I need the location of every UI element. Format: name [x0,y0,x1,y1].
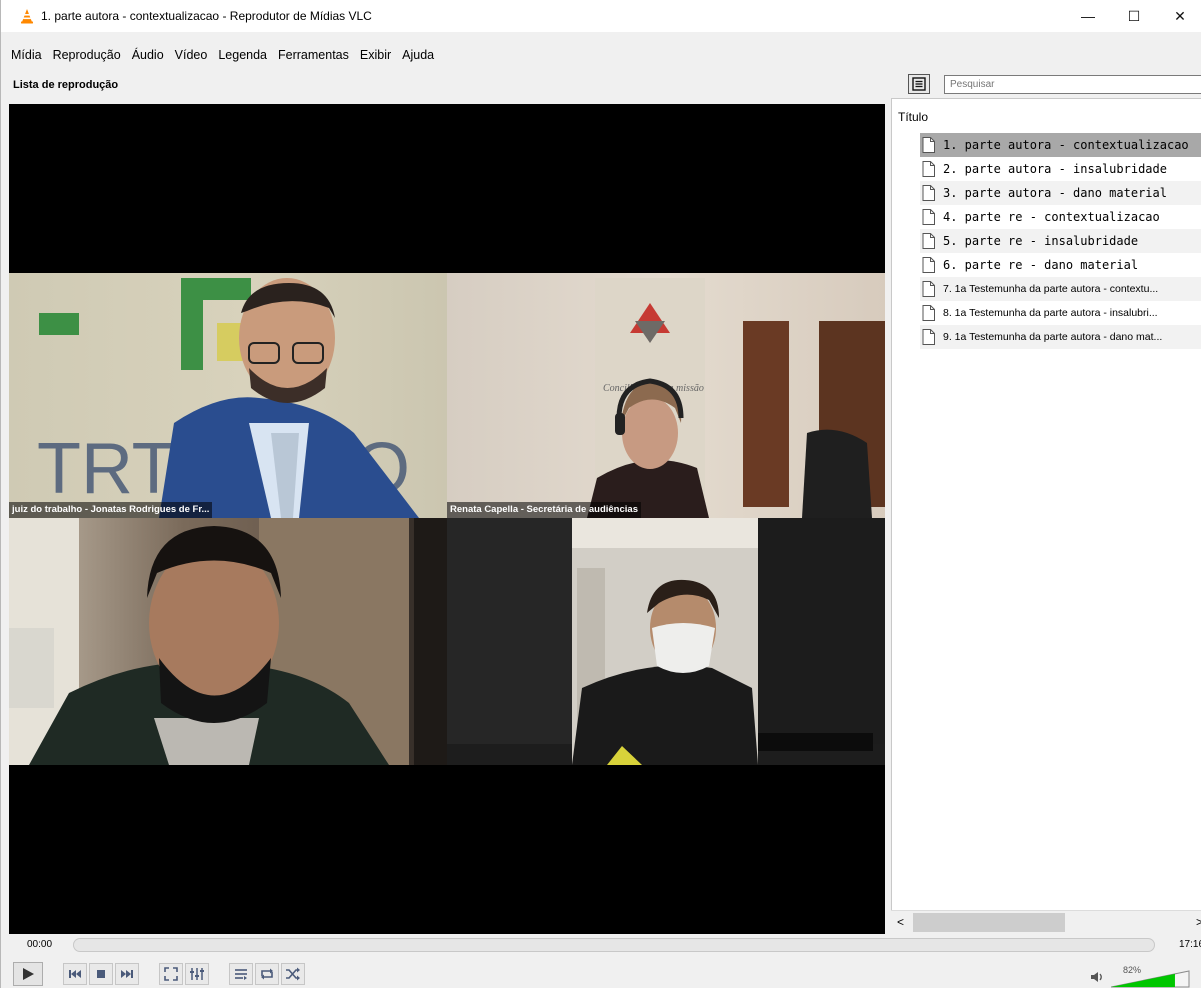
file-icon [922,209,935,225]
playlist-item-label: 9. 1a Testemunha da parte autora - dano … [943,331,1163,343]
maximize-button[interactable]: ☐ [1111,0,1157,32]
menu-midia[interactable]: Mídia [11,48,42,62]
scroll-right-arrow[interactable]: > [1196,915,1201,929]
menu-audio[interactable]: Áudio [132,48,164,62]
play-icon [23,968,34,980]
list-view-icon [912,77,926,91]
playlist-label: Lista de reprodução [13,79,119,91]
participant-tile-judge: TRT- O juiz do trabalho - Jonatas Rodrig… [9,273,447,518]
previous-icon [69,970,81,978]
playlist-item[interactable]: 3. parte autora - dano material [920,181,1201,205]
menu-exibir[interactable]: Exibir [360,48,391,62]
file-icon [922,305,935,321]
next-icon [121,970,133,978]
stop-icon [97,970,105,978]
participant-tile-4 [447,518,885,765]
loop-button[interactable] [255,963,279,985]
seek-slider[interactable] [73,938,1155,952]
playlist-item[interactable]: 8. 1a Testemunha da parte autora - insal… [920,301,1201,325]
total-time[interactable]: 17:16 [1179,939,1201,950]
playlist-view-button[interactable] [908,74,930,94]
playlist-item[interactable]: 7. 1a Testemunha da parte autora - conte… [920,277,1201,301]
file-icon [922,185,935,201]
scroll-left-arrow[interactable]: < [897,915,904,929]
speaker-icon[interactable] [1090,970,1104,984]
close-button[interactable]: ✕ [1157,0,1201,32]
playlist-item-label: 5. parte re - insalubridade [943,234,1139,248]
video-area[interactable]: TRT- O juiz do trabalho - Jonatas Rodrig… [9,104,885,934]
playlist-item-label: 6. parte re - dano material [943,258,1139,272]
menu-ajuda[interactable]: Ajuda [402,48,434,62]
playlist-item-label: 3. parte autora - dano material [943,186,1167,200]
playlist-item[interactable]: 2. parte autora - insalubridade [920,157,1201,181]
playlist-item[interactable]: 6. parte re - dano material [920,253,1201,277]
participant-tile-secretary: Conciliar é nossa missão Renata Capella … [447,273,885,518]
playlist-icon [235,969,247,980]
stop-button[interactable] [89,963,113,985]
file-icon [922,257,935,273]
play-button[interactable] [13,962,43,986]
title-bar[interactable]: 1. parte autora - contextualizacao - Rep… [1,0,1201,32]
playlist-item-label: 4. parte re - contextualizacao [943,210,1160,224]
file-icon [922,233,935,249]
participant-4-video-frame [447,518,885,765]
playlist-item-label: 2. parte autora - insalubridade [943,162,1167,176]
fullscreen-icon [164,967,178,981]
file-icon [922,281,935,297]
minimize-button[interactable]: — [1065,0,1111,32]
menu-bar: Mídia Reprodução Áudio Vídeo Legenda Fer… [1,44,1201,66]
playlist-panel[interactable]: Título 1. parte autora - contextualizaca… [891,98,1201,934]
playlist-item-label: 8. 1a Testemunha da parte autora - insal… [943,307,1158,319]
scrollbar-thumb[interactable] [913,913,1065,932]
menu-ferramentas[interactable]: Ferramentas [278,48,349,62]
playlist-item-label: 7. 1a Testemunha da parte autora - conte… [943,283,1159,295]
playlist-item[interactable]: 1. parte autora - contextualizacao [920,133,1201,157]
menu-video[interactable]: Vídeo [175,48,208,62]
menu-legenda[interactable]: Legenda [218,48,267,62]
equalizer-icon [190,968,204,980]
search-input[interactable] [944,75,1201,94]
shuffle-icon [286,967,300,981]
participant-label: Renata Capella - Secretária de audiência… [447,502,641,518]
playlist-item[interactable]: 9. 1a Testemunha da parte autora - dano … [920,325,1201,349]
fullscreen-button[interactable] [159,963,183,985]
playlist-item-label: 1. parte autora - contextualizacao [943,138,1189,152]
menu-reproducao[interactable]: Reprodução [53,48,121,62]
judge-video-frame: TRT- O [37,278,419,518]
vlc-window: 1. parte autora - contextualizacao - Rep… [0,0,1201,988]
file-icon [922,137,935,153]
playlist-toggle-button[interactable] [229,963,253,985]
window-title: 1. parte autora - contextualizacao - Rep… [41,9,372,23]
playlist-items: 1. parte autora - contextualizacao 2. pa… [920,133,1201,349]
playlist-item[interactable]: 5. parte re - insalubridade [920,229,1201,253]
current-time: 00:00 [27,939,53,950]
previous-button[interactable] [63,963,87,985]
participant-3-video-frame [9,518,447,765]
participant-tile-3 [9,518,447,765]
file-icon [922,329,935,345]
playlist-item[interactable]: 4. parte re - contextualizacao [920,205,1201,229]
next-button[interactable] [115,963,139,985]
participant-label: juiz do trabalho - Jonatas Rodrigues de … [9,502,213,518]
extended-settings-button[interactable] [185,963,209,985]
playlist-column-header-title[interactable]: Título [898,110,928,124]
secretary-video-frame: Conciliar é nossa missão [587,278,885,518]
loop-icon [261,968,273,980]
playlist-horizontal-scrollbar[interactable]: < > [891,910,1201,934]
vlc-cone-icon [21,9,33,24]
shuffle-button[interactable] [281,963,305,985]
volume-slider[interactable] [1111,962,1191,988]
file-icon [922,161,935,177]
